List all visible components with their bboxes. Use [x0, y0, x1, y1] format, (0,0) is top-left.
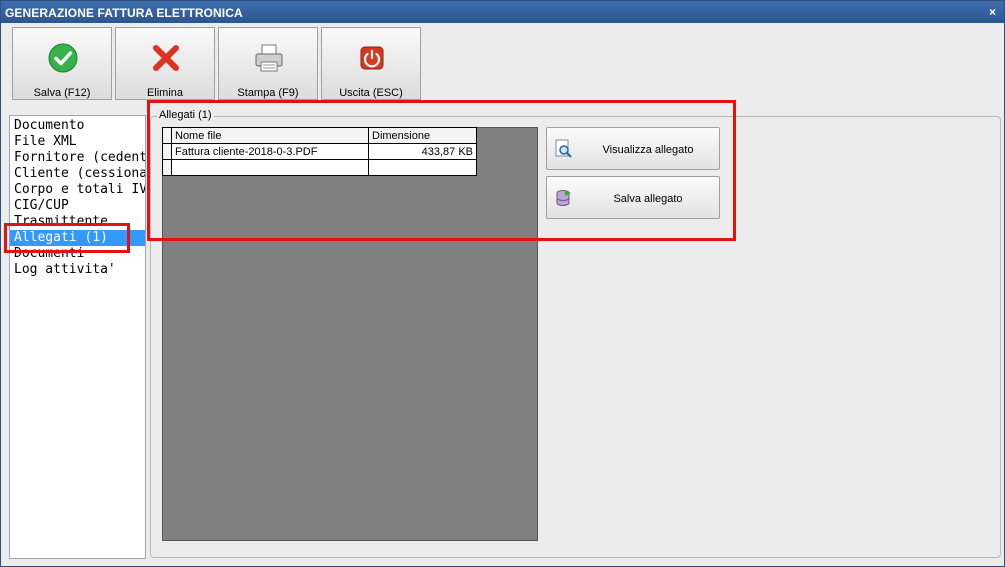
save-attachment-label: Salva allegato	[613, 193, 683, 205]
view-attachment-button[interactable]: Visualizza allegato	[546, 127, 720, 170]
save-attachment-button[interactable]: Salva allegato	[546, 176, 720, 219]
magnifier-document-icon	[555, 139, 572, 158]
window-title: GENERAZIONE FATTURA ELETTRONICA	[5, 6, 243, 20]
exit-button[interactable]: Uscita (ESC)	[321, 27, 421, 100]
nav-item-log-attivita[interactable]: Log attivita'	[10, 262, 145, 278]
column-header-nome-file[interactable]: Nome file	[171, 127, 369, 144]
exit-button-label: Uscita (ESC)	[339, 87, 403, 99]
nav-item-trasmittente[interactable]: Trasmittente	[10, 214, 145, 230]
attachments-table: Nome file Dimensione Fattura cliente-201…	[162, 127, 477, 176]
power-icon	[360, 46, 384, 70]
section-list: Documento File XML Fornitore (cedente) C…	[9, 115, 146, 559]
empty-cell[interactable]	[368, 159, 477, 176]
view-attachment-label: Visualizza allegato	[602, 144, 694, 156]
printer-icon	[255, 44, 283, 72]
table-header-row: Nome file Dimensione	[162, 127, 477, 144]
nav-item-fornitore[interactable]: Fornitore (cedente)	[10, 150, 145, 166]
attachment-filename[interactable]: Fattura cliente-2018-0-3.PDF	[171, 143, 369, 160]
row-indicator[interactable]	[162, 159, 172, 176]
checkmark-icon	[48, 43, 78, 73]
row-indicator-header	[162, 127, 172, 144]
title-bar: GENERAZIONE FATTURA ELETTRONICA ×	[1, 1, 1004, 23]
database-save-icon	[556, 190, 571, 206]
nav-item-file-xml[interactable]: File XML	[10, 134, 145, 150]
nav-item-documento[interactable]: Documento	[10, 118, 145, 134]
close-icon[interactable]: ×	[989, 5, 996, 19]
print-button[interactable]: Stampa (F9)	[218, 27, 318, 100]
print-button-label: Stampa (F9)	[237, 87, 299, 99]
delete-button-label: Elimina	[146, 87, 184, 99]
nav-item-cliente[interactable]: Cliente (cessionario)	[10, 166, 145, 182]
attachments-grid-background	[162, 127, 538, 541]
column-header-dimensione[interactable]: Dimensione	[368, 127, 477, 144]
save-button-label: Salva (F12)	[33, 87, 91, 99]
attachments-group-title: Allegati (1)	[157, 109, 214, 121]
attachment-size[interactable]: 433,87 KB	[368, 143, 477, 160]
nav-item-corpo-totali-iva[interactable]: Corpo e totali IVA	[10, 182, 145, 198]
nav-item-documenti[interactable]: Documenti	[10, 246, 145, 262]
table-row-empty[interactable]	[162, 159, 477, 176]
table-row[interactable]: Fattura cliente-2018-0-3.PDF 433,87 KB	[162, 143, 477, 160]
nav-item-cig-cup[interactable]: CIG/CUP	[10, 198, 145, 214]
row-indicator[interactable]	[162, 143, 172, 160]
nav-item-allegati[interactable]: Allegati (1)	[10, 230, 145, 246]
empty-cell[interactable]	[171, 159, 369, 176]
delete-x-icon	[153, 45, 179, 71]
save-button[interactable]: Salva (F12)	[12, 27, 112, 100]
delete-button[interactable]: Elimina	[115, 27, 215, 100]
